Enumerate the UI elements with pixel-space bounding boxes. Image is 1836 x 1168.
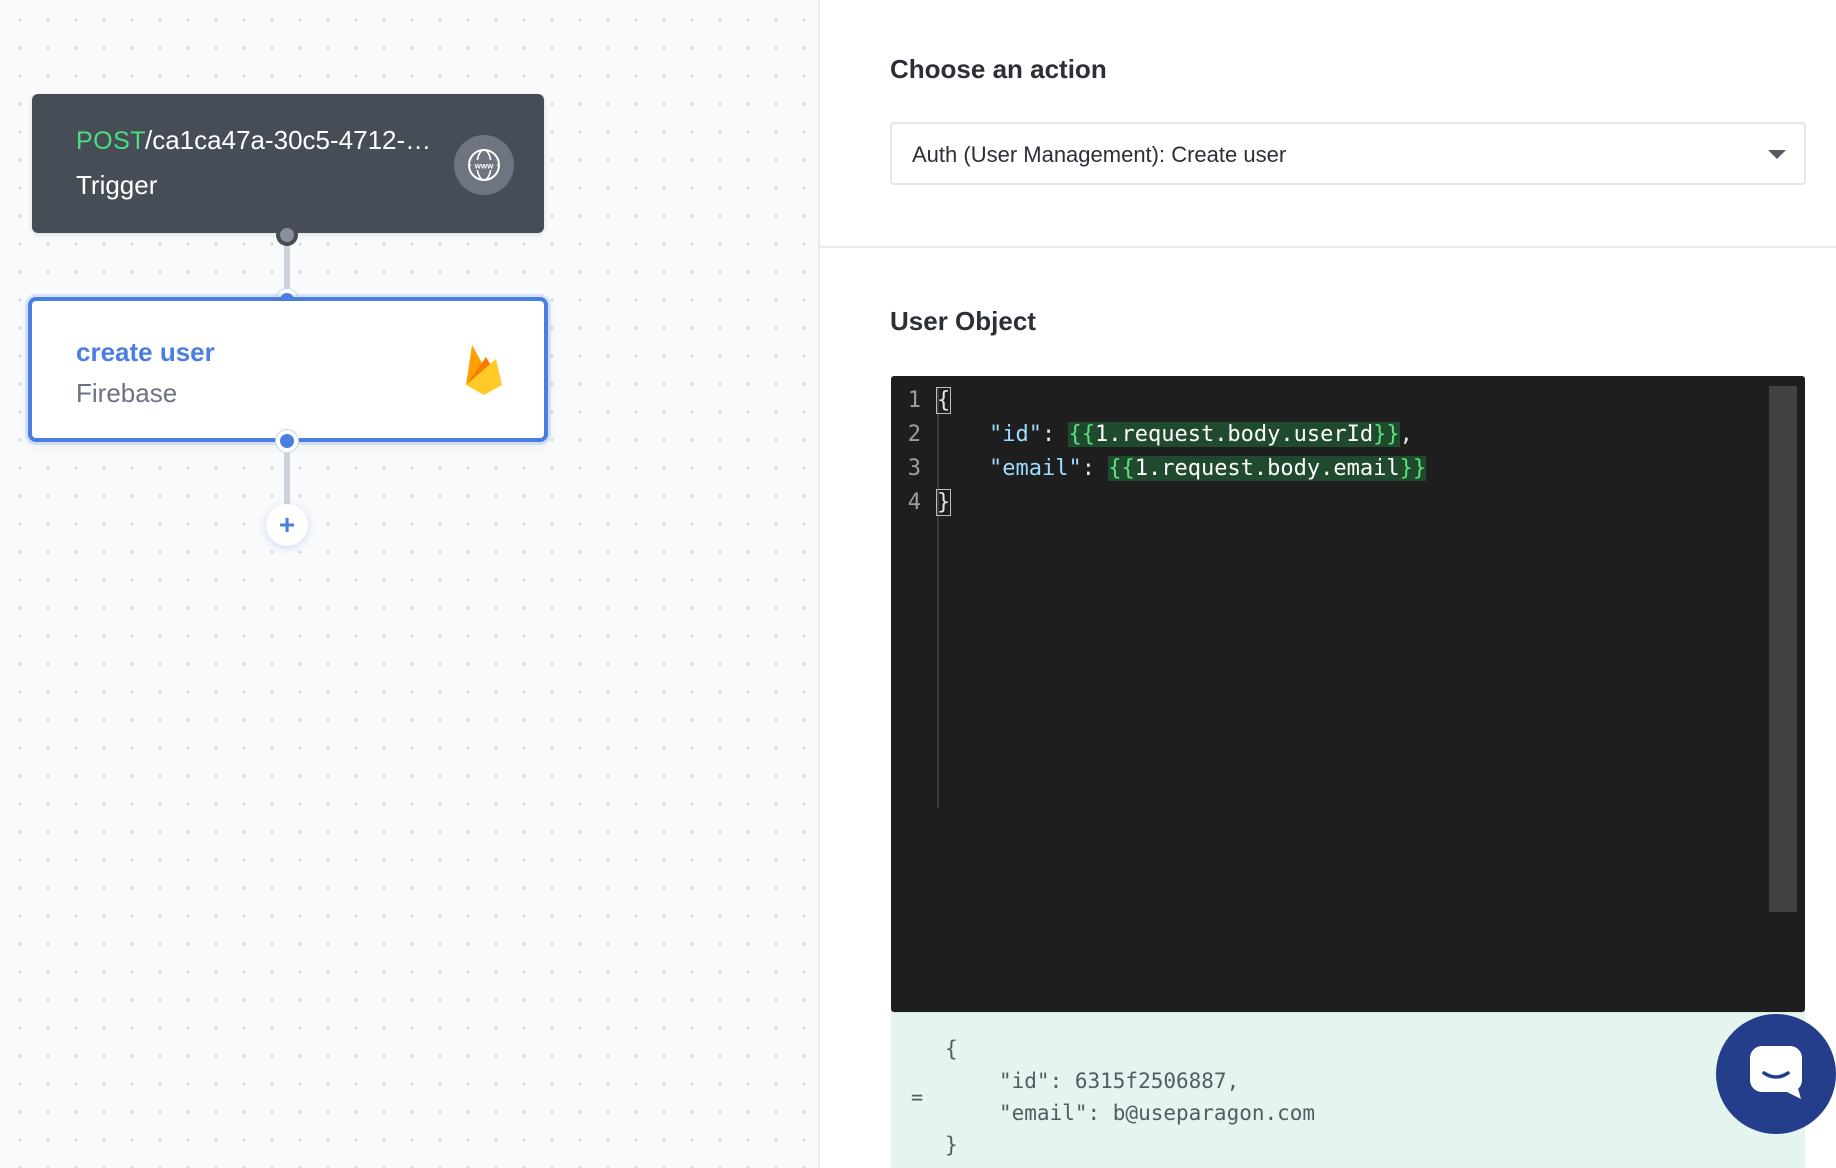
id-key: "id" — [989, 422, 1042, 447]
preview-email-line: "email": b@useparagon.com — [999, 1101, 1316, 1125]
trigger-method: POST — [76, 127, 147, 155]
colon: : — [1081, 456, 1109, 481]
email-key: "email" — [989, 456, 1082, 481]
preview-id-line: "id": 6315f2506887, — [999, 1069, 1240, 1093]
tpl-close: }} — [1373, 422, 1400, 447]
preview-brace-close: } — [945, 1133, 958, 1157]
code-line-4: } — [935, 489, 952, 516]
tpl-open: {{ — [1068, 422, 1095, 447]
section-divider — [820, 246, 1836, 248]
tpl-body: 1.request.body.userId — [1094, 422, 1374, 447]
line-number: 3 — [907, 456, 921, 481]
chat-launcher-button[interactable] — [1716, 1014, 1836, 1134]
id-template: {{1.request.body.userId}} — [1068, 422, 1400, 447]
brace-close: } — [935, 489, 952, 516]
evaluated-preview: = { "id": 6315f2506887, "email": b@usepa… — [891, 1012, 1805, 1168]
email-template: {{1.request.body.email}} — [1108, 456, 1427, 481]
panel-divider — [818, 0, 820, 1168]
trigger-node[interactable]: POST /ca1ca47a-30c5-4712-… Trigger www — [32, 94, 544, 233]
firebase-icon — [462, 341, 506, 402]
trigger-path: /ca1ca47a-30c5-4712-… — [145, 125, 432, 155]
code-line-3: "email": {{1.request.body.email}} — [989, 456, 1427, 481]
action-select[interactable]: Auth (User Management): Create user — [890, 122, 1806, 185]
line-number: 4 — [907, 490, 921, 515]
comma: , — [1399, 422, 1413, 447]
connector-line — [284, 448, 290, 508]
add-step-button[interactable]: + — [266, 504, 308, 546]
www-globe-icon: www — [454, 135, 514, 195]
tpl-open: {{ — [1108, 456, 1135, 481]
step-node-create-user[interactable]: create user Firebase — [28, 297, 548, 442]
chevron-down-icon — [1768, 150, 1786, 159]
equals-sign: = — [911, 1085, 924, 1109]
step-output-handle[interactable] — [276, 430, 298, 452]
user-object-title: User Object — [890, 306, 1036, 336]
chat-icon — [1747, 1043, 1805, 1106]
step-title: create user — [76, 337, 215, 367]
choose-action-title: Choose an action — [890, 54, 1107, 84]
user-object-code-editor[interactable]: 1 2 3 4 { "id": {{1.request.body.userId}… — [891, 376, 1805, 1012]
code-line-2: "id": {{1.request.body.userId}}, — [989, 422, 1413, 447]
colon: : — [1041, 422, 1069, 447]
code-line-1: { — [935, 387, 952, 414]
action-select-value: Auth (User Management): Create user — [912, 142, 1287, 167]
tpl-close: }} — [1399, 456, 1427, 481]
svg-text:www: www — [474, 162, 494, 171]
editor-scrollbar[interactable] — [1769, 386, 1797, 912]
line-number: 1 — [907, 388, 921, 413]
trigger-label: Trigger — [76, 170, 158, 200]
line-number: 2 — [907, 422, 921, 447]
step-integration: Firebase — [76, 378, 178, 408]
indent-guide — [937, 388, 939, 808]
trigger-output-handle[interactable] — [276, 224, 298, 246]
brace-open: { — [935, 387, 952, 414]
preview-brace-open: { — [945, 1037, 958, 1061]
tpl-body: 1.request.body.email — [1134, 456, 1400, 481]
